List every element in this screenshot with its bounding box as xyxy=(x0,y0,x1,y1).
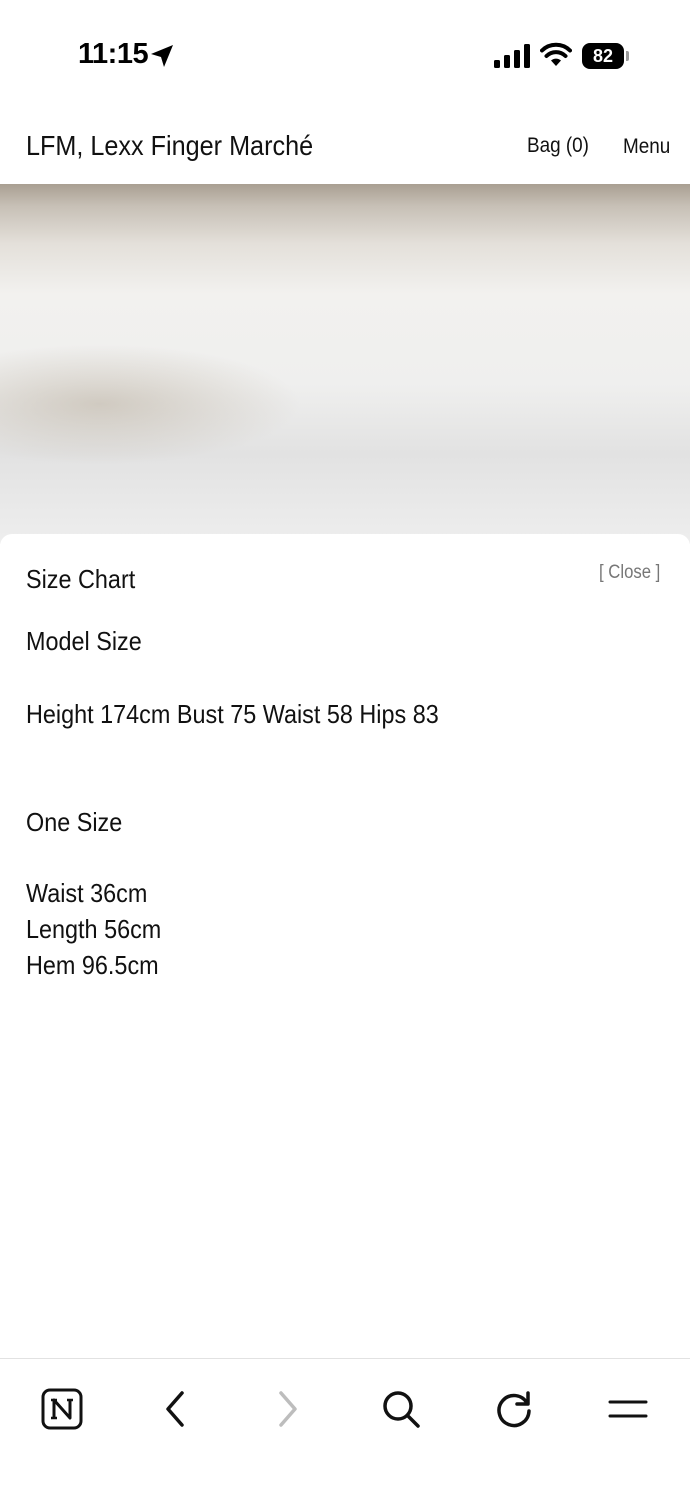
status-time: 11:15 xyxy=(78,38,149,70)
back-button[interactable] xyxy=(145,1379,205,1439)
site-header: LFM, Lexx Finger Marché Bag (0) Menu xyxy=(0,110,690,184)
reload-icon xyxy=(497,1391,531,1428)
battery-cap xyxy=(626,51,629,61)
search-button[interactable] xyxy=(371,1379,431,1439)
battery-level: 82 xyxy=(582,43,624,69)
location-arrow-icon xyxy=(151,45,173,67)
reload-button[interactable] xyxy=(484,1379,544,1439)
search-icon xyxy=(383,1391,420,1428)
measurement-waist: Waist 36cm xyxy=(26,878,148,908)
browser-toolbar xyxy=(0,1358,690,1500)
status-bar: 11:15 82 xyxy=(0,0,690,110)
battery-indicator: 82 xyxy=(582,43,630,69)
measurement-length: Length 56cm xyxy=(26,914,162,944)
forward-button[interactable] xyxy=(258,1379,318,1439)
back-arrow-icon xyxy=(166,1391,184,1427)
bag-link[interactable]: Bag (0) xyxy=(527,134,589,158)
notion-button[interactable] xyxy=(32,1379,92,1439)
notion-icon xyxy=(41,1388,83,1430)
forward-arrow-icon xyxy=(279,1391,297,1427)
measurement-hem: Hem 96.5cm xyxy=(26,950,159,980)
size-chart-title: Size Chart xyxy=(26,564,136,594)
site-title-link[interactable]: LFM, Lexx Finger Marché xyxy=(26,130,313,162)
model-measurements: Height 174cm Bust 75 Waist 58 Hips 83 xyxy=(26,699,439,729)
model-size-heading: Model Size xyxy=(26,626,142,656)
size-name-heading: One Size xyxy=(26,807,123,837)
close-button[interactable]: [ Close ] xyxy=(599,562,660,584)
product-image xyxy=(0,184,690,544)
menu-link[interactable]: Menu xyxy=(623,135,670,159)
size-chart-panel: Size Chart [ Close ] Model Size Height 1… xyxy=(0,534,690,1359)
menu-icon xyxy=(608,1400,648,1418)
wifi-icon xyxy=(540,42,572,66)
cellular-signal-icon xyxy=(494,44,530,68)
menu-button[interactable] xyxy=(598,1379,658,1439)
